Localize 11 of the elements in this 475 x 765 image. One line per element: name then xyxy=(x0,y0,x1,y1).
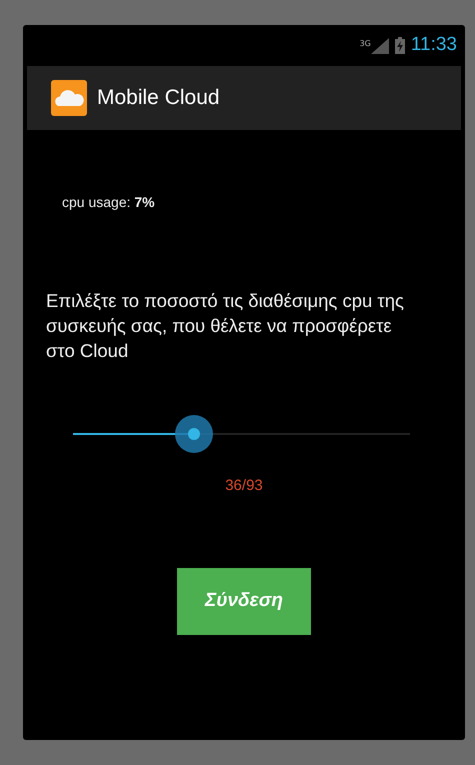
cloud-app-icon xyxy=(51,80,87,116)
slider-thumb[interactable] xyxy=(175,415,214,453)
signal-icon xyxy=(370,38,389,54)
cpu-usage-text: cpu usage: 7% xyxy=(62,193,156,212)
battery-charging-icon xyxy=(394,37,405,54)
instruction-text: Επιλέξτε το ποσοστό τις διαθέσιμης cpu της συσκευής σας, που θέλετε να προσφέρετε στο Cloud xyxy=(46,289,405,363)
clock-time: 11:33 xyxy=(410,33,457,58)
app-title: Mobile Cloud xyxy=(97,85,220,112)
slider-reading: 36/93 xyxy=(224,476,264,496)
network-type-label: 3G xyxy=(360,38,371,50)
connect-button[interactable]: Σύνδεση xyxy=(177,568,311,634)
